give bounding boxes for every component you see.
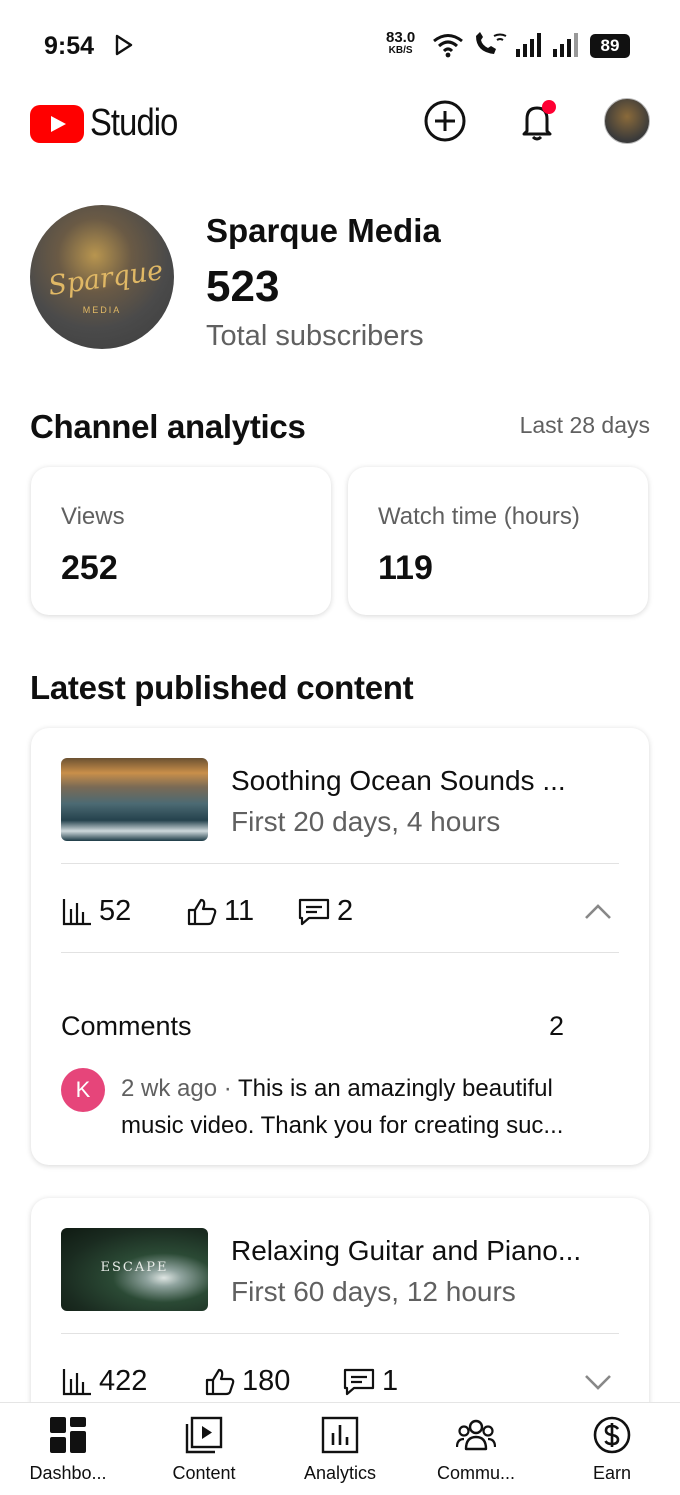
signal-icon xyxy=(553,33,578,57)
comments-heading[interactable]: Comments xyxy=(61,1011,192,1042)
nav-label: Commu... xyxy=(436,1463,515,1483)
app-header: Studio xyxy=(0,90,680,160)
comments-metric: 2 xyxy=(297,895,353,928)
content-icon xyxy=(185,1416,223,1454)
bottom-navigation: Dashbo... Content Analytics Commu... Ear… xyxy=(0,1402,680,1495)
divider xyxy=(61,952,619,953)
divider xyxy=(61,863,619,864)
youtube-logo-icon xyxy=(30,104,84,143)
likes-metric: 180 xyxy=(204,1365,290,1398)
watch-time-card[interactable]: Watch time (hours) 119 xyxy=(348,467,648,615)
avatar-logo-subtext: MEDIA xyxy=(82,305,122,315)
analytics-bars-icon xyxy=(62,898,91,925)
video-thumbnail[interactable]: ESCAPE xyxy=(61,1228,208,1311)
nav-label: Dashbo... xyxy=(29,1463,107,1483)
video-title[interactable]: Soothing Ocean Sounds ... xyxy=(231,765,566,797)
status-bar: 9:54 83.0 KB/S 89 xyxy=(0,0,680,90)
comments-total: 2 xyxy=(549,1011,565,1041)
analytics-bars-icon xyxy=(62,1368,91,1395)
analytics-icon xyxy=(321,1416,359,1454)
video-period: First 20 days, 4 hours xyxy=(231,806,501,837)
chevron-down-icon[interactable] xyxy=(581,1365,615,1399)
video-title[interactable]: Relaxing Guitar and Piano... xyxy=(231,1235,581,1267)
net-speed-unit: KB/S xyxy=(388,45,413,56)
analytics-title: Channel analytics xyxy=(30,408,306,445)
views-count: 52 xyxy=(99,895,132,927)
views-label: Views xyxy=(61,503,125,530)
comment-icon xyxy=(298,898,330,925)
nav-analytics[interactable]: Analytics xyxy=(272,1403,408,1495)
signal-icon xyxy=(516,33,541,57)
comment-icon xyxy=(343,1368,375,1395)
battery-indicator: 89 xyxy=(590,34,630,58)
notification-bell-icon[interactable] xyxy=(514,98,560,144)
net-speed-value: 83.0 xyxy=(386,29,416,46)
watch-time-label: Watch time (hours) xyxy=(378,503,580,530)
avatar-logo-script: Sparque xyxy=(46,255,166,302)
thumbnail-text: ESCAPE xyxy=(100,1260,169,1275)
analytics-range: Last 28 days xyxy=(519,412,650,438)
likes-count: 180 xyxy=(242,1365,291,1397)
thumbs-up-icon xyxy=(205,1368,235,1395)
nav-dashboard[interactable]: Dashbo... xyxy=(0,1403,136,1495)
nav-label: Analytics xyxy=(303,1463,377,1483)
dashboard-icon xyxy=(50,1417,86,1453)
watch-time-value: 119 xyxy=(378,549,433,587)
comments-count: 1 xyxy=(382,1365,399,1397)
nav-label: Content xyxy=(172,1463,236,1483)
comments-count: 2 xyxy=(337,895,354,927)
top-comment[interactable]: 2 wk ago · This is an amazingly beautifu… xyxy=(121,1070,621,1144)
nav-label: Earn xyxy=(592,1463,632,1483)
commenter-avatar: K xyxy=(61,1068,105,1112)
earn-icon xyxy=(593,1416,631,1454)
thumbs-up-icon xyxy=(187,898,217,925)
likes-count: 11 xyxy=(224,895,255,927)
video-card[interactable]: Soothing Ocean Sounds ... First 20 days,… xyxy=(31,728,649,1165)
create-icon[interactable] xyxy=(422,98,468,144)
comment-separator: · xyxy=(223,1075,232,1102)
chevron-up-icon[interactable] xyxy=(581,895,615,929)
likes-metric: 11 xyxy=(186,895,254,928)
play-store-icon xyxy=(115,34,133,56)
views-value: 252 xyxy=(61,549,118,587)
nav-content[interactable]: Content xyxy=(136,1403,272,1495)
wifi-call-icon xyxy=(476,32,507,54)
divider xyxy=(61,1333,619,1334)
wifi-icon xyxy=(433,34,463,58)
account-avatar[interactable] xyxy=(604,98,650,144)
comments-metric: 1 xyxy=(342,1365,398,1398)
views-card[interactable]: Views 252 xyxy=(31,467,331,615)
subscriber-label: Total subscribers xyxy=(206,320,424,352)
channel-avatar[interactable]: Sparque MEDIA xyxy=(30,205,174,349)
views-metric: 422 xyxy=(61,1365,147,1398)
latest-content-title: Latest published content xyxy=(30,669,414,706)
channel-summary: Sparque MEDIA Sparque Media 523 Total su… xyxy=(30,200,650,360)
comment-age: 2 wk ago xyxy=(121,1075,218,1102)
subscriber-count: 523 xyxy=(206,262,280,311)
nav-earn[interactable]: Earn xyxy=(544,1403,680,1495)
video-thumbnail[interactable] xyxy=(61,758,208,841)
views-metric: 52 xyxy=(61,895,131,928)
network-speed: 83.0 KB/S xyxy=(386,29,416,56)
channel-name: Sparque Media xyxy=(206,212,441,249)
studio-logo[interactable]: Studio xyxy=(30,102,192,145)
logo-text: Studio xyxy=(90,102,178,144)
views-count: 422 xyxy=(99,1365,148,1397)
community-icon xyxy=(456,1419,496,1451)
video-period: First 60 days, 12 hours xyxy=(231,1276,516,1307)
nav-community[interactable]: Commu... xyxy=(408,1403,544,1495)
status-time: 9:54 xyxy=(44,32,95,60)
